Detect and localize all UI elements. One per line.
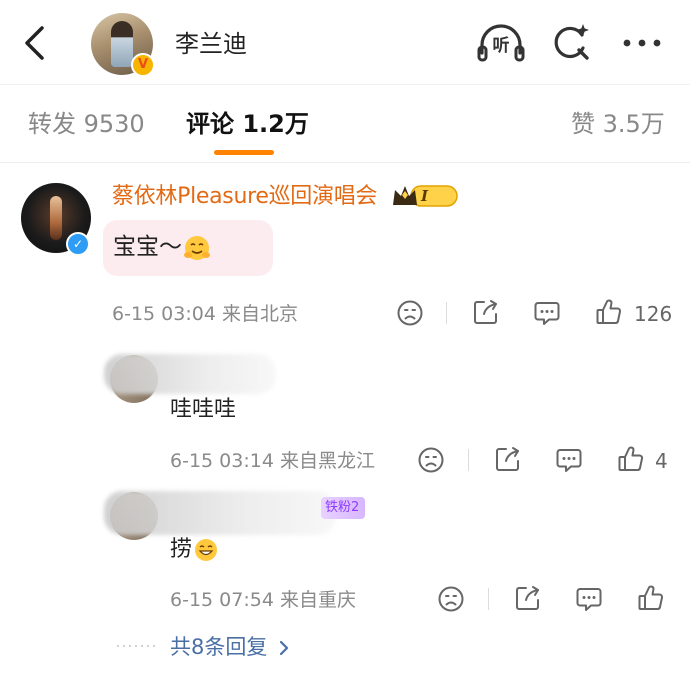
blurred-username [104, 491, 336, 535]
comment-bubble-icon [534, 302, 560, 325]
verified-badge-icon [131, 53, 155, 77]
more-button[interactable] [620, 28, 664, 58]
page-title[interactable]: 李兰迪 [175, 28, 247, 60]
like-button[interactable] [595, 298, 623, 330]
top-bar: 李兰迪 听 [0, 0, 690, 85]
action-divider [488, 588, 489, 610]
reply-location: 来自重庆 [279, 589, 356, 611]
reply-location: 来自黑龙江 [279, 450, 375, 472]
ai-search-button[interactable] [551, 22, 591, 62]
reply-time: 6-15 03:14 [170, 450, 274, 472]
share-button[interactable] [472, 298, 500, 330]
dislike-button[interactable] [396, 299, 424, 331]
comment-location: 来自北京 [221, 303, 298, 325]
tab-likes[interactable]: 赞 3.5万 [571, 108, 665, 140]
share-icon [474, 300, 497, 324]
dislike-button[interactable] [437, 585, 465, 617]
like-count: 126 [634, 302, 673, 326]
like-button[interactable] [637, 584, 665, 616]
comment-bubble-icon [576, 588, 602, 611]
blurred-username [104, 354, 276, 394]
comment-bubble: 宝宝～ [103, 220, 273, 276]
listen-label: 听 [492, 36, 510, 56]
reply-button[interactable] [575, 585, 603, 617]
divider-dots [115, 645, 155, 647]
comment-author-name[interactable]: 蔡依林Pleasure巡回演唱会 [112, 182, 377, 212]
tab-bar: 转发 9530 评论 1.2万 赞 3.5万 [0, 84, 690, 163]
reply-text: 哇哇哇 [170, 397, 237, 422]
listen-button[interactable]: 听 [476, 23, 526, 63]
ai-search-icon [554, 24, 589, 60]
badge-level-text: I [421, 187, 429, 205]
thumbs-up-icon [638, 585, 664, 610]
reply-button[interactable] [533, 299, 561, 331]
reply-text: 捞 [170, 535, 219, 565]
chevron-left-icon [25, 26, 44, 60]
comment-meta: 6-15 03:04 来自北京 [112, 301, 298, 327]
action-divider [468, 449, 469, 471]
view-all-replies-link[interactable]: 共8条回复 [170, 632, 295, 662]
comment-bubble-icon [556, 449, 582, 472]
frown-face-icon [397, 300, 423, 326]
share-icon [496, 447, 519, 471]
tab-reposts[interactable]: 转发 9530 [28, 108, 145, 140]
reply-button[interactable] [555, 446, 583, 478]
action-divider [446, 302, 447, 324]
chevron-right-icon [280, 640, 289, 656]
thumbs-up-icon [596, 299, 622, 324]
thumbs-up-icon [618, 446, 644, 471]
like-button[interactable] [617, 445, 645, 477]
hug-face-emoji [184, 235, 210, 260]
active-tab-indicator [214, 150, 274, 155]
dislike-button[interactable] [417, 446, 445, 478]
reply-time: 6-15 07:54 [170, 589, 274, 611]
fan-level-badge: 铁粉2 [321, 497, 366, 519]
comment-time: 6-15 03:04 [112, 303, 216, 325]
back-button[interactable] [18, 22, 54, 64]
more-dots-icon [623, 39, 661, 47]
member-level-badge: I [391, 183, 459, 209]
verified-icon [66, 232, 90, 256]
share-icon [516, 586, 539, 610]
like-count: 4 [655, 449, 668, 473]
share-button[interactable] [514, 584, 542, 616]
frown-face-icon [438, 586, 464, 612]
share-button[interactable] [494, 445, 522, 477]
reply-meta: 6-15 07:54 来自重庆 [170, 587, 356, 613]
comment-text: 宝宝～ [113, 230, 212, 264]
reply-meta: 6-15 03:14 来自黑龙江 [170, 448, 375, 474]
tab-comments[interactable]: 评论 1.2万 [186, 108, 309, 140]
grin-face-emoji [195, 539, 218, 561]
frown-face-icon [418, 447, 444, 473]
